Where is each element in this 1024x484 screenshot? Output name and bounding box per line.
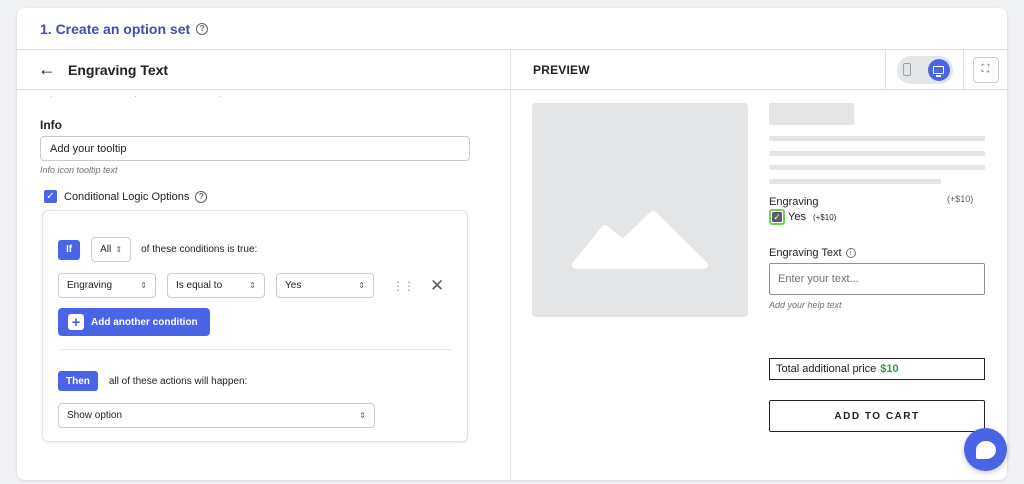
engraving-text-input[interactable]: Enter your text...	[769, 263, 985, 295]
select-arrows-icon: ⇕	[115, 245, 123, 254]
editor-body[interactable]: . . . Info Add your tooltip Info icon to…	[17, 90, 510, 480]
condition-operator-select[interactable]: Is equal to ⇕	[167, 273, 265, 298]
preview-body: Engraving (+$10) ✓ Yes (+$10) Engraving …	[511, 90, 1007, 480]
text-skeleton	[769, 165, 985, 170]
then-tag: Then	[58, 371, 98, 391]
desktop-icon	[933, 65, 944, 77]
card-header: 1. Create an option set ?	[17, 8, 1007, 50]
info-tooltip-input[interactable]: Add your tooltip	[40, 136, 470, 161]
conditional-logic-toggle[interactable]: ✓ Conditional Logic Options ?	[40, 190, 487, 203]
condition-operator-value: Is equal to	[176, 280, 223, 291]
preview-label: PREVIEW	[533, 62, 590, 77]
match-text: of these conditions is true:	[141, 244, 258, 255]
close-icon[interactable]: ✕	[430, 276, 444, 296]
option-name: Engraving	[769, 196, 819, 208]
check-icon: ✓	[772, 211, 782, 222]
product-image-placeholder	[532, 103, 748, 317]
option-editor-panel: ← Engraving Text . . . Info Add your too…	[17, 50, 511, 480]
option-set-card: 1. Create an option set ? ← Engraving Te…	[17, 8, 1007, 480]
match-type-value: All	[100, 244, 112, 255]
drag-handle-icon[interactable]: ⋮⋮	[392, 279, 415, 293]
if-tag: If	[58, 239, 81, 260]
divider	[59, 349, 453, 350]
add-to-cart-button[interactable]: ADD TO CART	[769, 400, 985, 432]
select-arrows-icon: ⇕	[359, 411, 366, 420]
info-help-text: Info icon tooltip text	[40, 165, 118, 175]
info-label: Info	[40, 118, 62, 132]
conditional-logic-checkbox[interactable]: ✓	[44, 190, 57, 203]
conditional-logic-label: Conditional Logic Options	[64, 190, 190, 203]
total-price-box: Total additional price $10	[769, 358, 985, 380]
mobile-icon[interactable]	[902, 63, 911, 76]
page-title: 1. Create an option set	[40, 20, 191, 37]
add-condition-label: Add another condition	[91, 316, 198, 328]
scrolled-content-edge: . . .	[50, 90, 262, 99]
preview-panel: PREVIEW ⛶ Engraving (+$10) ✓ Yes (+$10) …	[511, 49, 1007, 480]
image-placeholder-icon	[572, 211, 708, 269]
engraving-text-label: Engraving Text	[769, 247, 842, 259]
fullscreen-box: ⛶	[963, 49, 1007, 90]
question-circle-icon[interactable]: ?	[195, 190, 208, 203]
chat-launcher-button[interactable]	[964, 428, 1007, 471]
choice-yes[interactable]: ✓ Yes (+$10)	[769, 209, 836, 225]
choice-label: Yes	[788, 211, 806, 223]
engraving-text-label-row: Engraving Text i	[769, 247, 856, 259]
match-type-select[interactable]: All ⇕	[91, 237, 132, 262]
choice-price: (+$10)	[812, 212, 837, 222]
total-value: $10	[880, 363, 899, 375]
then-text: all of these actions will happen:	[108, 375, 248, 387]
plus-icon: +	[68, 314, 84, 330]
text-skeleton	[769, 179, 941, 184]
condition-value-select[interactable]: Yes ⇕	[276, 273, 374, 298]
engraving-help-text: Add your help text	[769, 300, 842, 310]
info-icon[interactable]: i	[845, 248, 856, 258]
condition-field-select[interactable]: Engraving ⇕	[58, 273, 156, 298]
choice-checkbox[interactable]: ✓	[769, 209, 785, 225]
device-toggle[interactable]	[896, 55, 953, 84]
condition-field-value: Engraving	[67, 280, 113, 291]
select-arrows-icon: ⇕	[358, 281, 365, 290]
question-circle-icon[interactable]: ?	[196, 22, 209, 35]
preview-header: PREVIEW ⛶	[511, 49, 1007, 90]
fullscreen-icon[interactable]: ⛶	[972, 56, 999, 83]
select-arrows-icon: ⇕	[249, 281, 256, 290]
conditional-logic-box: If All ⇕ of these conditions is true: En…	[42, 210, 468, 442]
editor-header: ← Engraving Text	[17, 50, 510, 90]
select-arrows-icon: ⇕	[140, 281, 147, 290]
chat-bubble-icon	[975, 440, 996, 459]
action-value: Show option	[67, 410, 123, 421]
total-label: Total additional price	[776, 363, 877, 375]
text-skeleton	[769, 151, 985, 156]
option-title: Engraving Text	[68, 61, 169, 78]
condition-value-value: Yes	[285, 280, 302, 291]
option-price: (+$10)	[947, 194, 974, 204]
title-skeleton	[769, 103, 854, 125]
arrow-left-icon[interactable]: ←	[38, 59, 58, 80]
add-condition-button[interactable]: + Add another condition	[58, 308, 210, 336]
device-switcher	[885, 49, 963, 90]
action-select[interactable]: Show option ⇕	[58, 403, 375, 428]
text-skeleton	[769, 136, 985, 141]
desktop-button[interactable]	[927, 58, 950, 81]
